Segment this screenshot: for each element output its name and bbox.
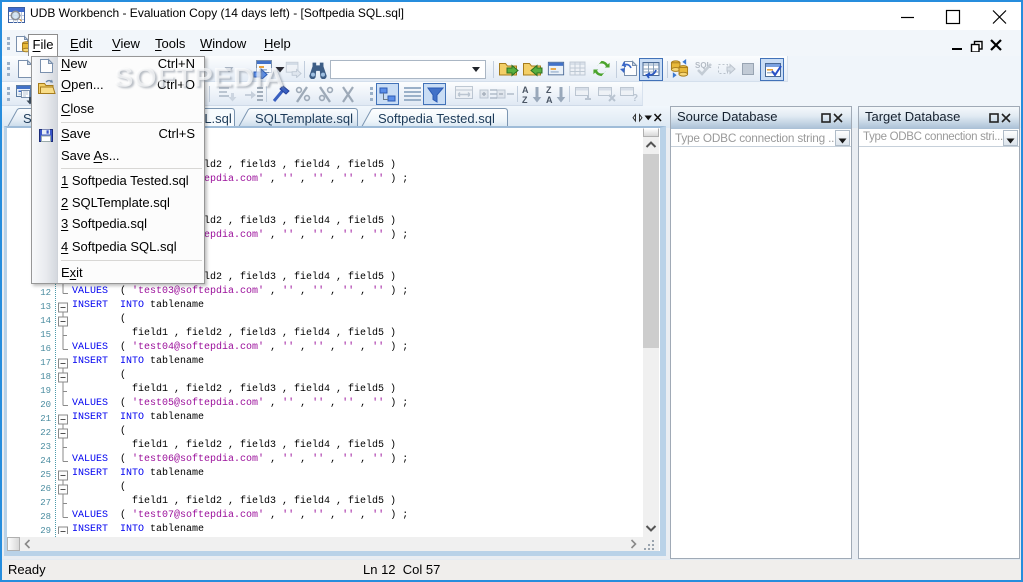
svg-text:Z: Z: [522, 95, 528, 104]
svg-text:A: A: [546, 95, 553, 104]
svg-text:A: A: [522, 85, 529, 95]
svg-text:?: ?: [632, 93, 638, 103]
svg-text:Z: Z: [546, 85, 552, 95]
svg-text:SQLTemplate.sql: SQLTemplate.sql: [255, 111, 353, 126]
svg-text:Softpedia Tested.sql: Softpedia Tested.sql: [378, 111, 495, 126]
